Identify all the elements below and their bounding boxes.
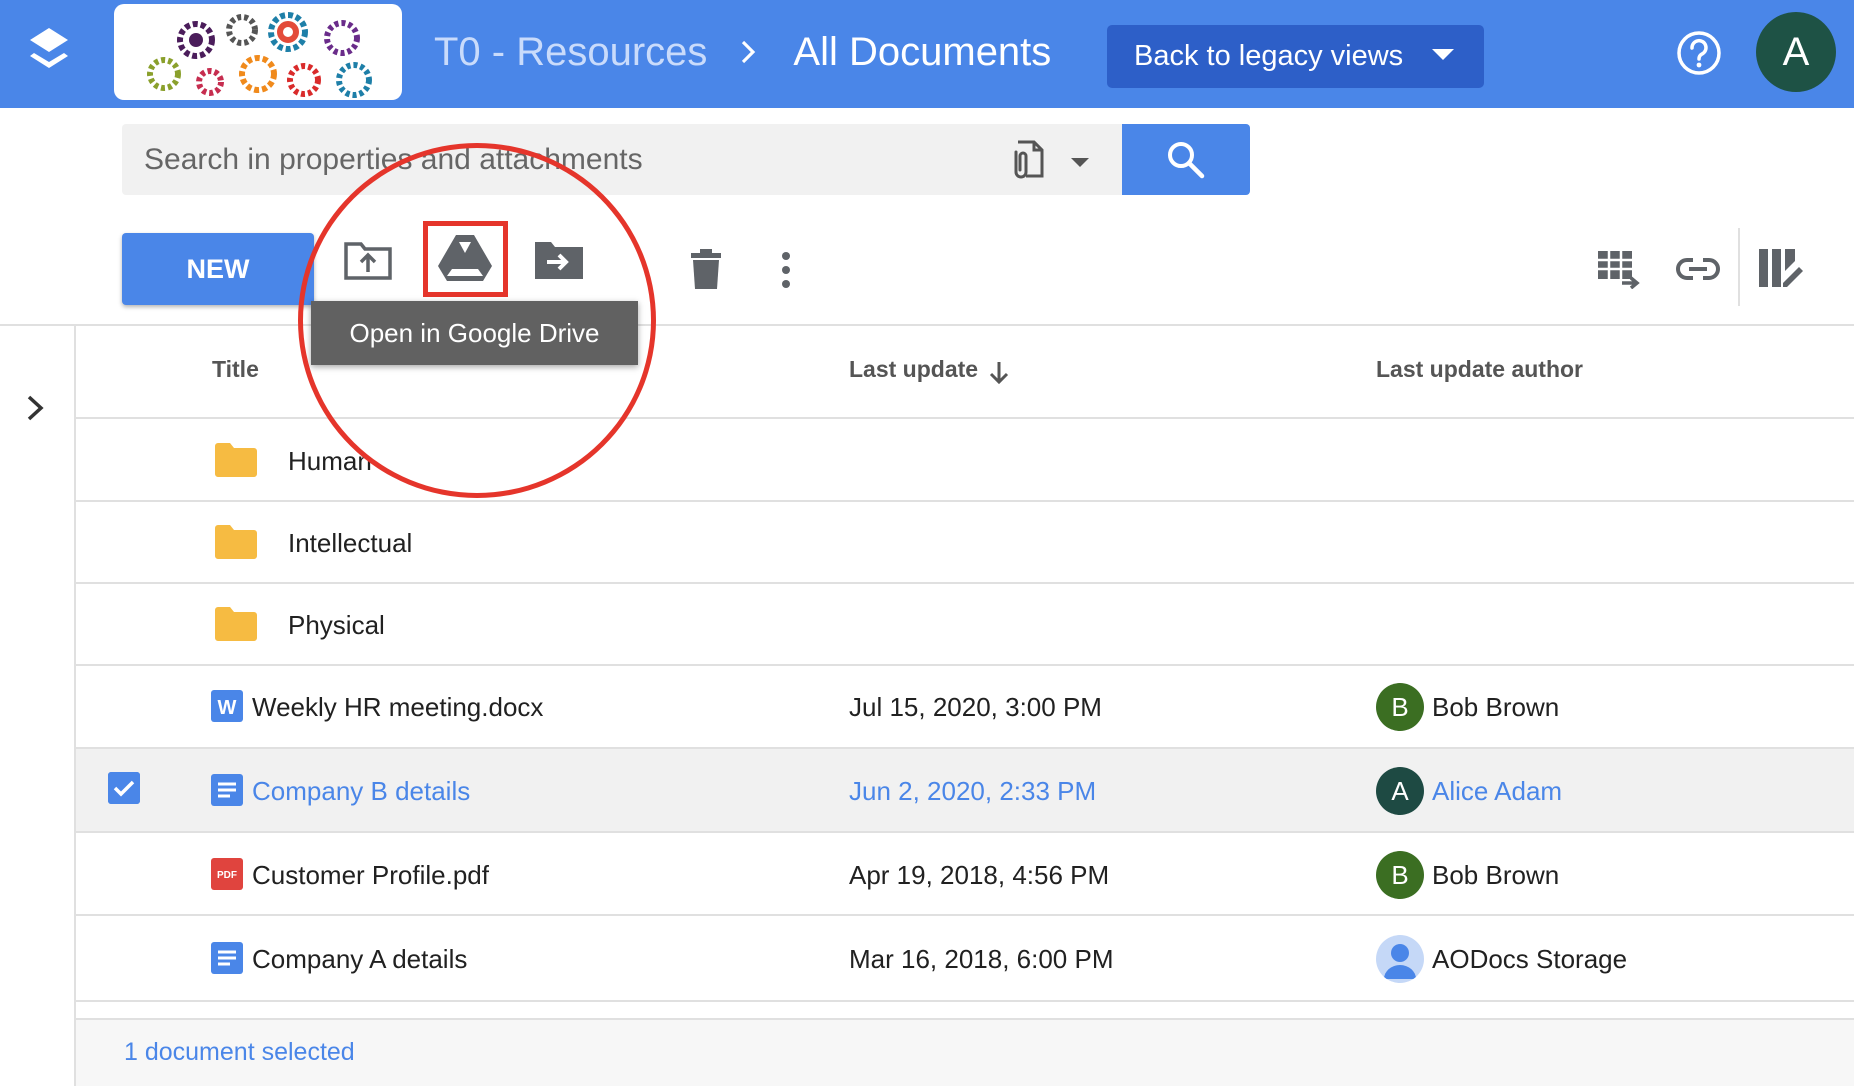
row-title[interactable]: Intellectual (288, 528, 412, 559)
column-header-last-update[interactable]: Last update (849, 356, 978, 383)
gears-logo-icon (147, 12, 372, 98)
attachment-file-icon[interactable] (1006, 138, 1048, 180)
search-bar (122, 124, 1122, 195)
breadcrumb: T0 - Resources All Documents (434, 24, 1051, 80)
app-logo-icon[interactable] (26, 26, 72, 78)
row-last-update: Jun 2, 2020, 2:33 PM (849, 776, 1097, 806)
caret-down-icon (1432, 49, 1454, 60)
column-header-title[interactable]: Title (212, 356, 259, 383)
row-author: Bob Brown (1432, 692, 1560, 722)
delete-icon[interactable] (689, 249, 723, 289)
move-to-folder-icon[interactable] (533, 239, 585, 281)
row-title-link[interactable]: Company B details (252, 776, 470, 807)
search-icon (1168, 142, 1205, 179)
toolbar-divider-line (0, 324, 1854, 326)
word-doc-icon: W (211, 690, 243, 722)
chevron-right-icon (742, 40, 756, 64)
app-header: T0 - Resources All Documents Back to leg… (0, 0, 1854, 108)
tooltip: Open in Google Drive (311, 301, 638, 365)
back-to-legacy-views-button[interactable]: Back to legacy views (1107, 25, 1484, 88)
pdf-icon: PDF (211, 858, 243, 890)
columns-edit-icon[interactable] (1757, 247, 1803, 291)
search-button[interactable] (1122, 124, 1250, 195)
author-avatar: A (1376, 767, 1424, 815)
row-title[interactable]: Customer Profile.pdf (252, 860, 489, 891)
default-avatar-icon (1376, 935, 1424, 983)
google-doc-icon (211, 942, 243, 974)
row-title[interactable]: Physical (288, 610, 385, 641)
page-title: All Documents (793, 29, 1052, 74)
link-icon[interactable] (1675, 256, 1721, 282)
new-button[interactable]: NEW (122, 233, 314, 305)
export-sheet-icon[interactable] (1596, 249, 1640, 289)
row-author: AODocs Storage (1432, 944, 1628, 974)
row-author-link[interactable]: Alice Adam (1432, 776, 1562, 807)
more-vert-icon[interactable] (776, 250, 796, 290)
legacy-button-label: Back to legacy views (1134, 40, 1404, 72)
selection-footer: 1 document selected (76, 1018, 1854, 1086)
checkbox-checked-icon[interactable] (108, 772, 140, 804)
drive-button-highlight (423, 221, 508, 297)
help-icon[interactable] (1676, 30, 1722, 76)
selection-count: 1 document selected (124, 1038, 355, 1066)
author-avatar: B (1376, 851, 1424, 899)
user-avatar[interactable]: A (1756, 12, 1836, 92)
chevron-right-icon[interactable] (22, 393, 48, 423)
google-doc-icon (211, 774, 243, 806)
brand-logo (114, 4, 402, 100)
row-title[interactable]: Human (288, 446, 372, 477)
toolbar-divider (1738, 228, 1740, 306)
folder-icon (215, 607, 257, 641)
search-input[interactable] (144, 124, 964, 195)
folder-icon (215, 443, 257, 477)
breadcrumb-parent-link[interactable]: T0 - Resources (434, 30, 707, 75)
row-last-update: Apr 19, 2018, 4:56 PM (849, 860, 1110, 890)
row-last-update: Mar 16, 2018, 6:00 PM (849, 944, 1114, 974)
search-options-caret-icon[interactable] (1071, 158, 1089, 167)
author-avatar: B (1376, 683, 1424, 731)
row-title[interactable]: Weekly HR meeting.docx (252, 692, 543, 723)
row-author: Bob Brown (1432, 860, 1560, 890)
upload-folder-icon[interactable] (343, 239, 393, 281)
svg-text:W: W (218, 697, 237, 719)
column-header-last-update-author[interactable]: Last update author (1376, 356, 1583, 383)
arrow-down-icon[interactable] (988, 360, 1010, 386)
row-title[interactable]: Company A details (252, 944, 467, 975)
row-last-update: Jul 15, 2020, 3:00 PM (849, 692, 1102, 722)
folder-icon (215, 525, 257, 559)
svg-text:PDF: PDF (217, 870, 237, 881)
